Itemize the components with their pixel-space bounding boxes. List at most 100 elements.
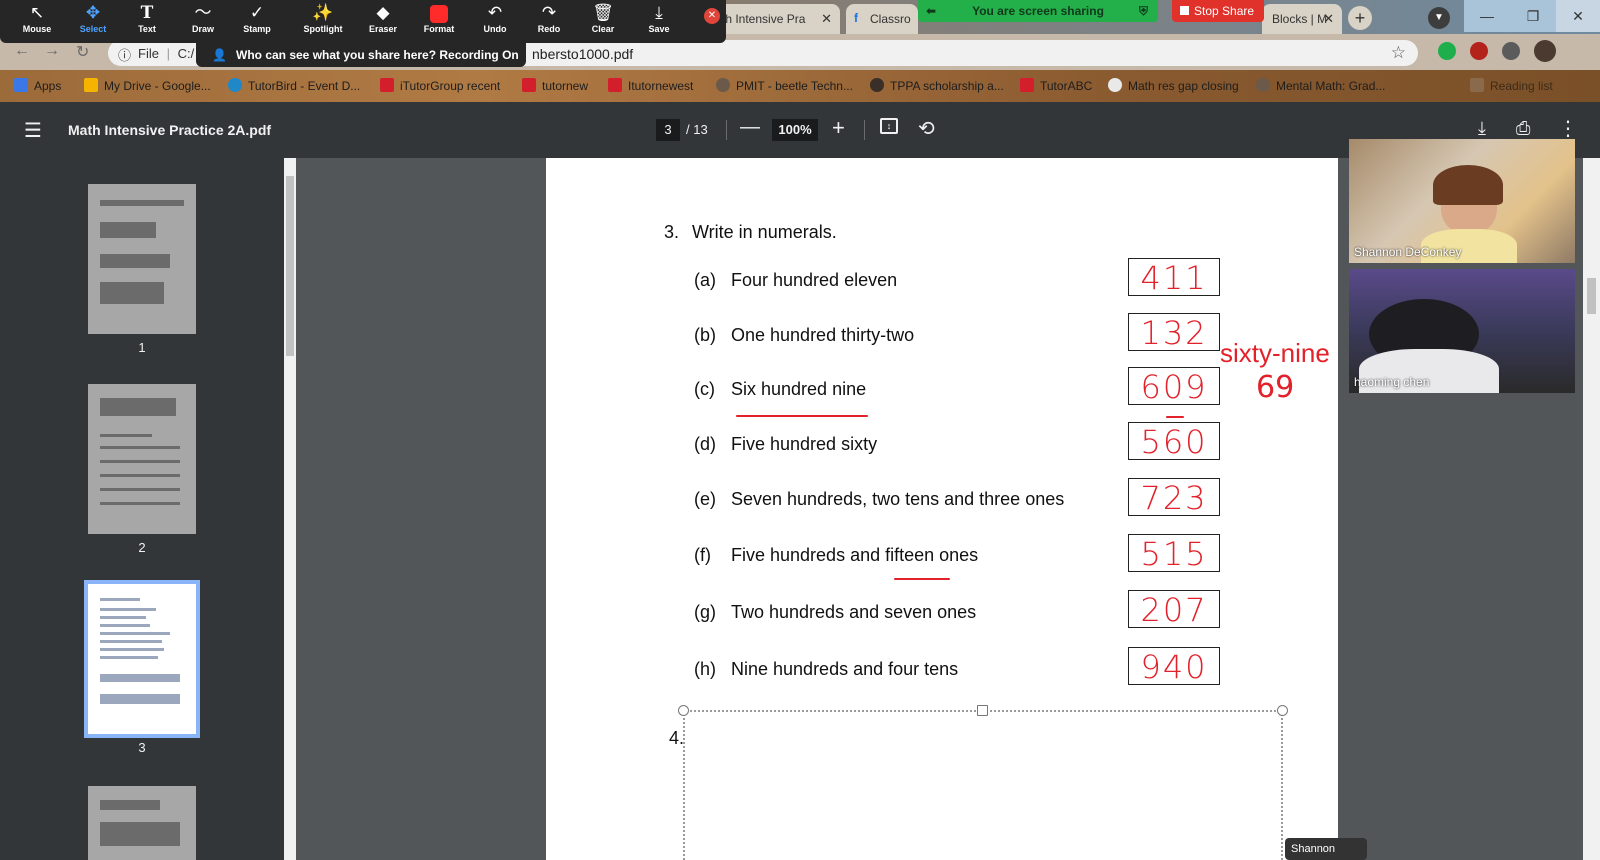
extension-green-icon[interactable] <box>1438 42 1456 60</box>
tab-blocks[interactable]: Blocks | M ✕ <box>1262 4 1342 34</box>
item-text: Four hundred eleven <box>731 270 898 290</box>
tool-label: Spotlight <box>303 24 343 34</box>
path-prefix: C:/ <box>177 46 195 61</box>
tab-classroom[interactable]: f Classro <box>846 4 918 34</box>
minimize-button[interactable]: — <box>1464 0 1510 32</box>
file-label: File <box>138 46 159 61</box>
bookmark-math-res[interactable]: Math res gap closing <box>1108 78 1239 93</box>
tool-undo[interactable]: ↶ Undo <box>468 0 522 43</box>
tool-redo[interactable]: ↷ Redo <box>522 0 576 43</box>
document-scroll-thumb[interactable] <box>1587 278 1596 314</box>
sidebar-scroll-thumb[interactable] <box>286 176 294 356</box>
selection-handle[interactable] <box>977 705 988 716</box>
tool-label: Clear <box>591 24 615 34</box>
forward-arrow-icon[interactable]: → <box>44 42 60 60</box>
window-close-button[interactable]: ✕ <box>1556 0 1600 32</box>
print-icon[interactable]: ⎙ <box>1516 118 1530 139</box>
apps-grid-icon <box>14 78 28 92</box>
stop-share-button[interactable]: Stop Share <box>1172 0 1264 22</box>
ublock-icon[interactable] <box>1470 42 1488 60</box>
item-label: (h) <box>694 659 716 679</box>
item-text: Seven hundreds, two tens and three ones <box>731 489 1065 509</box>
thumbnail-number: 2 <box>138 540 146 555</box>
bookmark-apps[interactable]: Apps <box>14 78 61 93</box>
bookmark-tutornew[interactable]: tutornew <box>522 78 588 93</box>
bookmark-itutornewest[interactable]: Itutornewest <box>608 78 693 93</box>
handwritten-answer: 132 <box>1140 314 1208 352</box>
thumbnail-page-2[interactable] <box>88 384 196 534</box>
bookmark-tutorbird[interactable]: TutorBird - Event D... <box>228 78 360 93</box>
tool-spotlight[interactable]: ✨ Spotlight <box>292 0 354 43</box>
video-tile-shannon[interactable]: Shannon DeConkey <box>1349 139 1575 263</box>
item-label: (g) <box>694 602 716 622</box>
extensions-puzzle-icon[interactable] <box>1502 42 1520 60</box>
tab-label: Blocks | M <box>1272 12 1328 26</box>
bookmark-reading-list[interactable]: Reading list <box>1470 78 1553 93</box>
checkmark-icon: ✓ <box>249 3 265 22</box>
more-options-icon[interactable]: ⋮ <box>1558 116 1578 141</box>
selection-handle[interactable] <box>1277 705 1288 716</box>
thumbnail-page-4[interactable] <box>88 786 196 860</box>
back-arrow-icon[interactable]: ← <box>14 42 30 60</box>
screen-sharing-banner[interactable]: ⬅ You are screen sharing ⛨ <box>918 0 1158 22</box>
thumbnail-page-1[interactable] <box>88 184 196 334</box>
profile-avatar[interactable] <box>1534 40 1556 62</box>
thumb-line <box>100 598 140 601</box>
thumbnail-page-3[interactable] <box>84 580 200 738</box>
tab-close-icon[interactable]: ✕ <box>821 11 832 27</box>
bookmark-tutorabc[interactable]: TutorABC <box>1020 78 1092 93</box>
tab-close-icon[interactable]: ✕ <box>1323 11 1334 27</box>
restore-button[interactable]: ❐ <box>1510 0 1556 32</box>
item-label: (f) <box>694 545 711 565</box>
star-icon[interactable]: ☆ <box>1391 43 1406 63</box>
tool-label: Eraser <box>368 24 398 34</box>
tool-stamp[interactable]: ✓ Stamp <box>230 0 284 43</box>
who-can-see-banner[interactable]: 👤 Who can see what you share here? Recor… <box>196 43 526 67</box>
bookmark-drive[interactable]: My Drive - Google... <box>84 78 211 93</box>
fit-page-icon[interactable]: ↕ <box>880 118 898 134</box>
thumb-line <box>100 624 150 627</box>
tool-mouse[interactable]: ↖ Mouse <box>10 0 64 43</box>
reload-icon[interactable]: ↻ <box>76 42 89 62</box>
item-label: (c) <box>694 379 715 399</box>
new-tab-button[interactable]: + <box>1348 6 1372 30</box>
bookmark-mental-math[interactable]: Mental Math: Grad... <box>1256 78 1385 93</box>
bookmarks-bar: Apps My Drive - Google... TutorBird - Ev… <box>0 70 1600 102</box>
tool-eraser[interactable]: ◆ Eraser <box>356 0 410 43</box>
tab-search-icon[interactable]: ▼ <box>1428 7 1450 29</box>
tool-clear[interactable]: 🗑 Clear <box>576 0 630 43</box>
selection-handle[interactable] <box>678 705 689 716</box>
hamburger-menu-icon[interactable]: ☰ <box>24 118 42 143</box>
share-signal-icon: ⬅ <box>926 4 937 18</box>
thumb-line <box>100 822 180 846</box>
bookmark-label: My Drive - Google... <box>104 79 211 93</box>
zoom-in-button[interactable]: + <box>832 115 845 141</box>
tab-label: Classro <box>870 12 911 26</box>
tool-text[interactable]: T Text <box>120 0 174 43</box>
close-toolbar-icon[interactable]: ✕ <box>704 8 720 24</box>
redo-icon: ↷ <box>541 3 557 22</box>
document-scrollbar[interactable] <box>1583 158 1600 860</box>
classroom-icon: f <box>854 11 858 25</box>
tab-math-intensive[interactable]: th Intensive Pra ✕ <box>712 4 840 34</box>
tool-format[interactable]: Format <box>412 0 466 43</box>
zoom-out-button[interactable]: — <box>740 116 760 139</box>
mouse-pointer-icon: ↖ <box>29 3 45 22</box>
tool-draw[interactable]: 〜 Draw <box>176 0 230 43</box>
bookmark-itutorgroup[interactable]: iTutorGroup recent <box>380 78 500 93</box>
page-number-input[interactable]: 3 <box>656 119 680 141</box>
tool-select[interactable]: ✥ Select <box>66 0 120 43</box>
selection-box[interactable] <box>683 710 1283 860</box>
rotate-icon[interactable]: ⟲ <box>918 116 935 141</box>
person-icon: 👤 <box>212 48 227 62</box>
handwritten-answer: 609 <box>1140 368 1208 406</box>
trash-icon: 🗑 <box>592 3 614 22</box>
video-tile-haoming[interactable]: haoming chen <box>1349 269 1575 393</box>
bookmark-pmit[interactable]: PMIT - beetle Techn... <box>716 78 853 93</box>
download-icon[interactable]: ⤓ <box>1478 118 1486 139</box>
info-icon[interactable]: ⓘ <box>118 45 131 64</box>
bookmark-tppa[interactable]: TPPA scholarship a... <box>870 78 1004 93</box>
tool-save[interactable]: ⤓ Save <box>632 0 686 43</box>
red-underline <box>736 415 868 417</box>
zoom-level-input[interactable]: 100% <box>772 119 818 141</box>
